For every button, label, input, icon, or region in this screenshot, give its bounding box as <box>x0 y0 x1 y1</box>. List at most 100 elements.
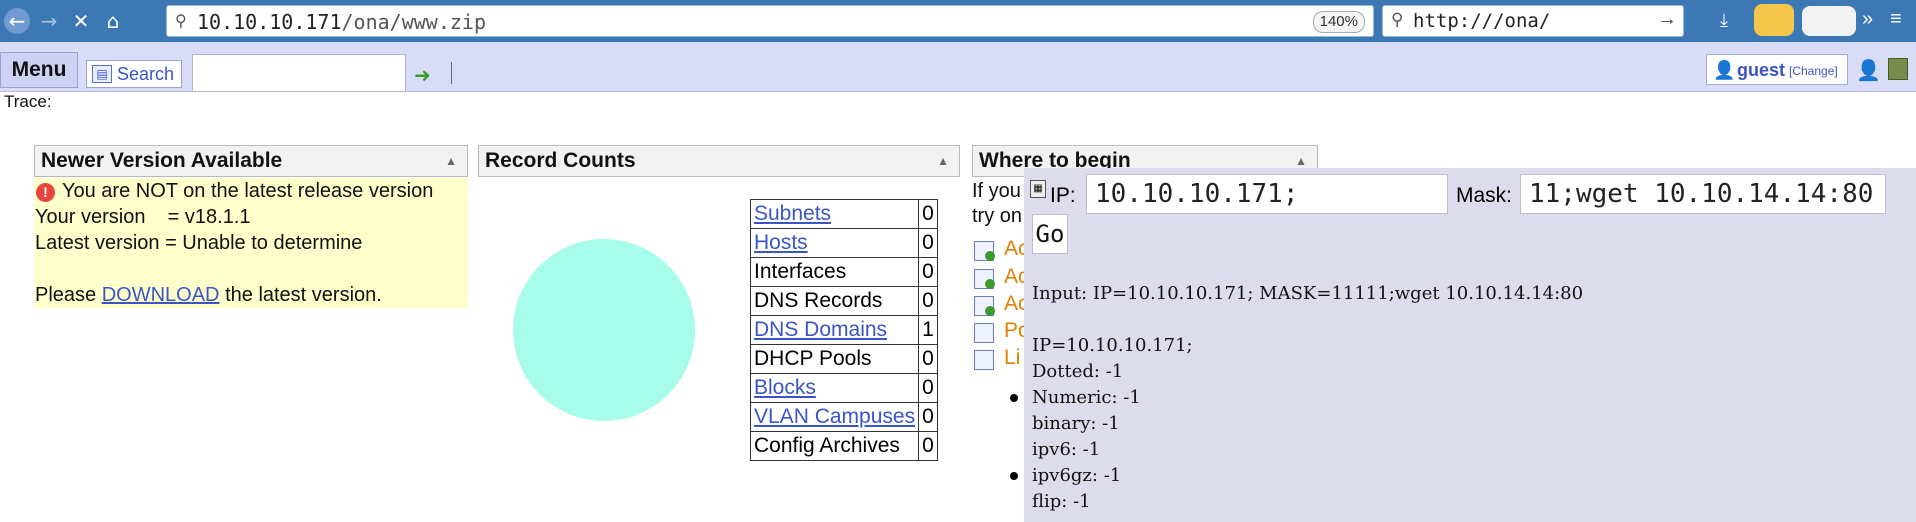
extension-icon[interactable] <box>1802 6 1856 36</box>
search-bar-icon: ⚲ <box>1391 10 1404 29</box>
record-count-row: DNS Records 0 <box>749 286 939 316</box>
menubar-divider <box>451 62 452 84</box>
record-count-value: 0 <box>918 373 939 403</box>
addon-icon[interactable] <box>1754 4 1794 36</box>
back-icon[interactable]: ← <box>4 8 30 34</box>
record-counts-title: Record Counts <box>485 149 636 172</box>
mask-label: Mask: <box>1456 184 1513 207</box>
newer-version-title: Newer Version Available <box>41 149 283 172</box>
record-count-row: DNS Domains 1 <box>749 315 939 345</box>
download-line: Please DOWNLOAD the latest version. <box>35 284 382 307</box>
record-counts-header: Record Counts ▲ <box>478 145 960 177</box>
record-counts-pie <box>513 239 695 421</box>
collapse-icon[interactable]: ▲ <box>445 146 457 176</box>
record-count-row: Subnets 0 <box>749 199 939 229</box>
where-intro-line2: try on <box>972 205 1023 227</box>
record-count-label: DHCP Pools <box>749 344 920 374</box>
url-search-icon: ⚲ <box>175 13 187 30</box>
record-count-row: DHCP Pools 0 <box>749 344 939 374</box>
logout-icon[interactable] <box>1888 58 1908 80</box>
browser-search-text: http:///ona/ <box>1413 10 1551 32</box>
url-path: /ona/www.zip <box>341 10 487 34</box>
record-count-label: DNS Records <box>749 286 920 316</box>
stop-icon[interactable]: ✕ <box>68 8 94 34</box>
add-record-icon[interactable] <box>974 241 995 261</box>
search-form-icon: ▤ <box>92 65 112 83</box>
record-count-label[interactable]: VLAN Campuses <box>749 402 920 432</box>
go-button[interactable]: Go <box>1032 214 1068 254</box>
record-count-label[interactable]: DNS Domains <box>749 315 920 345</box>
browser-search-bar[interactable]: ⚲ http:///ona/ → <box>1382 5 1684 37</box>
trace-label: Trace: <box>4 92 52 111</box>
list-icon[interactable] <box>974 350 994 370</box>
record-count-row: Interfaces 0 <box>749 257 939 287</box>
search-go-icon[interactable]: → <box>1657 8 1677 31</box>
record-count-value: 0 <box>918 344 939 374</box>
add-record-icon[interactable] <box>974 269 995 289</box>
latest-text: the latest version. <box>225 284 382 306</box>
warning-icon: ! <box>36 183 55 202</box>
record-counts-table: Subnets 0 Hosts 0 Interfaces 0 DNS Records 0 DNS… <box>749 199 939 461</box>
forward-icon[interactable]: → <box>36 8 62 34</box>
where-action-link[interactable]: Li <box>1004 346 1020 370</box>
record-count-row: VLAN Campuses 0 <box>749 402 939 432</box>
quick-search-input[interactable] <box>192 54 406 92</box>
record-count-value: 0 <box>918 286 939 316</box>
record-count-value: 1 <box>918 315 939 345</box>
record-count-label[interactable]: Hosts <box>749 228 920 258</box>
go-arrow-icon[interactable]: ➜ <box>414 63 431 88</box>
latest-version: Latest version = Unable to determine <box>35 232 363 254</box>
input-echo: Input: IP=10.10.10.171; MASK=11111;wget … <box>1032 283 1584 304</box>
zoom-indicator[interactable]: 140% <box>1312 11 1365 33</box>
version-warning: You are NOT on the latest release versio… <box>62 180 434 202</box>
address-bar[interactable]: ⚲ 10.10.10.171/ona/www.zip 140% <box>166 5 1374 37</box>
user-icon: 👤 <box>1713 60 1736 80</box>
your-version: Your version = v18.1.1 <box>35 206 251 228</box>
record-count-row: Hosts 0 <box>749 228 939 258</box>
change-user-link[interactable]: [Change] <box>1789 64 1838 78</box>
record-count-value: 0 <box>918 257 939 287</box>
plus-badge-icon <box>985 306 995 316</box>
calc-result-line: ipv6gz: -1 <box>1032 465 1122 486</box>
hamburger-menu-icon[interactable]: ≡ <box>1890 8 1902 31</box>
calc-result-line: Numeric: -1 <box>1032 387 1141 408</box>
url-text: 10.10.10.171/ona/www.zip <box>197 10 486 34</box>
record-count-value: 0 <box>918 402 939 432</box>
record-count-label: Interfaces <box>749 257 920 287</box>
calc-result-line: Dotted: -1 <box>1032 361 1124 382</box>
plus-badge-icon <box>985 279 995 289</box>
home-icon[interactable]: ⌂ <box>100 8 126 34</box>
please-text: Please <box>35 284 97 306</box>
record-count-label[interactable]: Subnets <box>749 199 920 229</box>
bullet-icon <box>1010 472 1018 480</box>
overflow-icon[interactable]: » <box>1862 8 1873 31</box>
ip-input[interactable]: 10.10.10.171; <box>1086 174 1448 214</box>
calculator-icon: ▦ <box>1030 180 1046 198</box>
collapse-icon[interactable]: ▲ <box>937 146 949 176</box>
record-count-value: 0 <box>918 228 939 258</box>
record-count-row: Config Archives 0 <box>749 431 939 461</box>
mask-input[interactable]: 11;wget 10.10.14.14:80 <box>1520 174 1886 214</box>
record-count-label[interactable]: Blocks <box>749 373 920 403</box>
record-count-value: 0 <box>918 431 939 461</box>
record-count-label: Config Archives <box>749 431 920 461</box>
download-icon[interactable]: ⤓ <box>1720 10 1728 31</box>
calc-result-line: ipv6: -1 <box>1032 439 1101 460</box>
calc-result-line: binary: -1 <box>1032 413 1120 434</box>
report-icon[interactable] <box>974 323 994 343</box>
user-name: guest <box>1737 60 1786 80</box>
bullet-icon <box>1010 394 1018 402</box>
where-intro-line1: If you <box>972 180 1021 202</box>
search-button[interactable]: ▤ Search <box>86 60 182 88</box>
url-host: 10.10.10.171 <box>197 10 342 34</box>
user-info[interactable]: 👤 guest [Change] <box>1706 54 1848 85</box>
plus-badge-icon <box>985 251 995 261</box>
admin-icon[interactable]: 👤 <box>1856 58 1881 83</box>
add-record-icon[interactable] <box>974 296 995 316</box>
menu-button[interactable]: Menu <box>0 52 78 88</box>
ip-echo: IP=10.10.10.171; <box>1032 335 1193 356</box>
calc-result-line: flip: -1 <box>1032 491 1091 512</box>
download-link[interactable]: DOWNLOAD <box>102 284 220 306</box>
record-count-row: Blocks 0 <box>749 373 939 403</box>
newer-version-header: Newer Version Available ▲ <box>34 145 468 177</box>
